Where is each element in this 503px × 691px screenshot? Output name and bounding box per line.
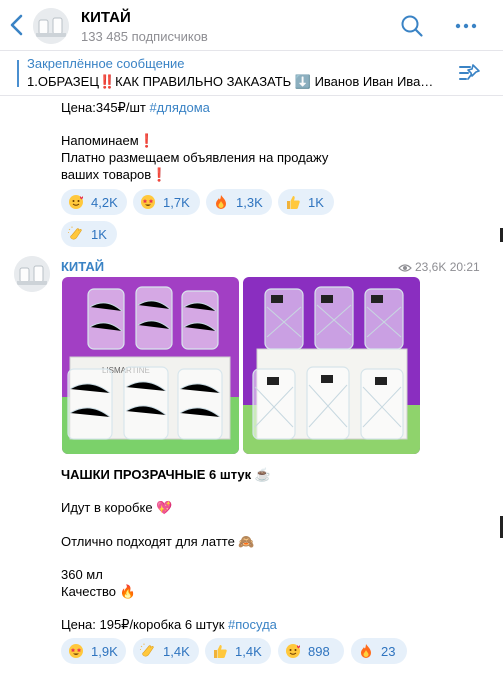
post2-price-line: Цена: 195₽/коробка 6 штук #посуда [61,616,277,633]
more-button[interactable] [454,14,478,38]
clap-emoji-icon [140,643,154,657]
reaction-count: 23 [381,644,396,659]
reaction-count: 1,3K [236,195,263,210]
post2-author-avatar[interactable] [14,256,50,292]
pinned-text: 1.ОБРАЗЕЦ‼️КАК ПРАВИЛЬНО ЗАКАЗАТЬ ⬇️ Ива… [27,74,434,89]
post2-line2: Отлично подходят для латте 🙈 [61,534,255,549]
fire-emoji-icon [216,195,226,209]
pinned-title: Закреплённое сообщение [27,56,185,71]
post2-meta: 23,6K 20:21 [398,260,480,274]
post1-line2: Платно размещаем объявления на продажу [61,150,329,165]
thumbs-up-emoji-icon [214,645,227,658]
search-button[interactable] [400,14,424,38]
fire-emoji-icon [361,644,371,658]
post2-views: 23,6K [415,260,447,274]
post2-reaction-fire[interactable]: 23 [351,638,407,664]
post2-reaction-heart-face[interactable]: 898 [278,638,344,664]
post1-price: Цена:345₽/шт [61,100,146,115]
post2-photo-1[interactable]: LISMARTINE [62,277,239,454]
post2-price: Цена: 195₽/коробка 6 штук [61,617,225,632]
chevron-left-icon [10,14,23,36]
post1-price-line: Цена:345₽/шт #длядома [61,99,210,116]
reaction-count: 1,9K [91,644,118,659]
post1-reaction-thumbs-up[interactable]: 1K [278,189,334,215]
post2-line3: 360 мл [61,567,103,582]
heart-face-emoji-icon [286,644,300,658]
post2-reaction-star-struck[interactable]: 1,9K [61,638,126,664]
reaction-count: 1K [91,227,107,242]
pin-list-icon [459,64,480,80]
reaction-count: 1,4K [235,644,262,659]
post1-reaction-star-struck[interactable]: 1,7K [133,189,200,215]
post2-time: 20:21 [449,260,480,274]
thumbs-up-emoji-icon [287,196,300,209]
eye-icon [398,264,412,272]
post2-hashtag[interactable]: #посуда [228,617,277,632]
pinned-indicator [17,60,19,87]
pinned-message-bar[interactable]: Закреплённое сообщение 1.ОБРАЗЕЦ‼️КАК ПР… [0,50,503,96]
post2-reaction-clap[interactable]: 1,4K [133,638,199,664]
reaction-count: 1K [308,195,324,210]
reaction-count: 1,4K [163,644,190,659]
post1-reaction-fire[interactable]: 1,3K [206,189,272,215]
post2-photo-2[interactable] [243,277,420,454]
post2-title: ЧАШКИ ПРОЗРАЧНЫЕ 6 штук ☕️ [61,467,271,482]
pinned-list-button[interactable] [458,62,482,84]
more-dots-icon [455,23,477,29]
post1-reaction-clap[interactable]: 1K [61,221,117,247]
star-struck-emoji-icon [69,644,83,658]
reaction-count: 898 [308,644,330,659]
post1-hashtag[interactable]: #длядома [149,100,209,115]
channel-title[interactable]: КИТАЙ [81,9,131,26]
post1-line3: ваших товаров❗️ [61,167,168,182]
post2-line4: Качество 🔥 [61,584,136,599]
subscriber-count: 133 485 подписчиков [81,29,208,44]
back-button[interactable] [8,13,28,37]
chat-header: КИТАЙ 133 485 подписчиков [0,0,503,50]
post2-line1: Идут в коробке 💖 [61,500,173,515]
heart-face-emoji-icon [69,195,83,209]
star-struck-emoji-icon [141,195,155,209]
post1-reaction-heart-face[interactable]: 4,2K [61,189,127,215]
post2-author-name[interactable]: КИТАЙ [61,259,104,274]
post1-line1: Напоминаем❗️ [61,133,155,148]
channel-avatar[interactable] [33,8,69,44]
reaction-count: 4,2K [91,195,118,210]
post2-reaction-thumbs-up[interactable]: 1,4K [205,638,271,664]
reaction-count: 1,7K [163,195,190,210]
clap-emoji-icon [68,226,82,240]
search-icon [401,15,423,37]
